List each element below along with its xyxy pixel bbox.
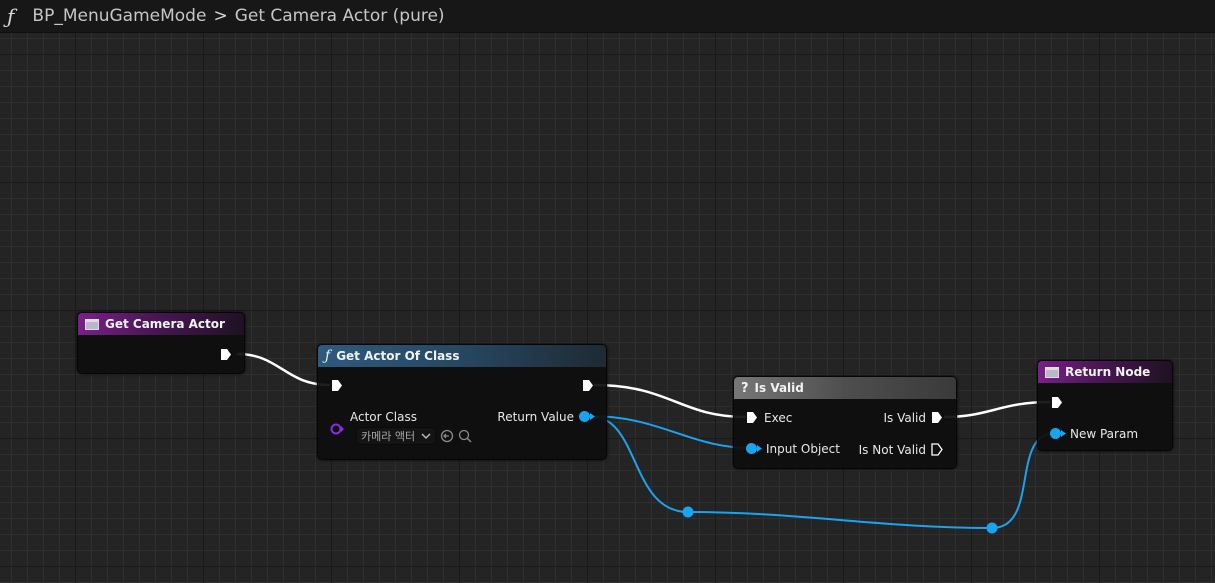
entry-node-title: Get Camera Actor	[105, 317, 225, 331]
object-wire-return-to-input	[589, 415, 752, 449]
exec-input-pin[interactable]	[331, 379, 343, 392]
is-valid-label: Is Valid	[883, 411, 926, 425]
function-result-icon	[1045, 366, 1059, 378]
is-valid-exec-pin[interactable]	[931, 411, 943, 424]
return-node-title: Return Node	[1065, 365, 1151, 379]
pin-arrow-icon	[1061, 430, 1066, 437]
return-value-pin[interactable]	[579, 411, 590, 422]
function-entry-icon	[85, 318, 99, 330]
is-valid-header[interactable]: ? Is Valid	[734, 377, 956, 399]
return-value-label: Return Value	[497, 410, 574, 424]
pin-arrow-icon	[590, 413, 595, 420]
is-not-valid-exec-pin[interactable]	[931, 443, 943, 456]
exec-input-pin[interactable]	[1051, 396, 1063, 409]
get-actor-of-class-title: Get Actor Of Class	[336, 349, 460, 363]
is-valid-title: Is Valid	[754, 381, 804, 395]
entry-node-header[interactable]: Get Camera Actor	[78, 313, 244, 335]
exec-label: Exec	[764, 411, 793, 425]
function-icon: ƒ	[325, 348, 331, 364]
get-actor-of-class-node[interactable]: ƒ Get Actor Of Class Actor Class 카메라 액터 …	[317, 344, 607, 460]
return-node[interactable]: Return Node New Param	[1037, 360, 1173, 451]
actor-class-dropdown[interactable]: 카메라 액터	[356, 427, 436, 445]
exec-wire-getactor-to-isvalid	[593, 383, 747, 419]
class-pin-icon[interactable]	[330, 423, 344, 435]
entry-node[interactable]: Get Camera Actor	[77, 312, 245, 374]
actor-class-value: 카메라 액터	[361, 430, 416, 443]
exec-wire-isvalid-to-return	[943, 400, 1051, 419]
new-param-label: New Param	[1070, 427, 1139, 441]
reroute-node	[682, 506, 694, 518]
exec-output-pin[interactable]	[582, 379, 594, 392]
new-param-pin[interactable]	[1050, 428, 1061, 439]
is-valid-node[interactable]: ? Is Valid Exec Input Object Is Valid Is…	[733, 376, 957, 469]
exec-input-pin[interactable]	[746, 411, 758, 424]
is-not-valid-label: Is Not Valid	[858, 443, 926, 457]
input-object-pin[interactable]	[746, 443, 757, 454]
browse-search-icon[interactable]	[458, 429, 472, 446]
chevron-down-icon	[421, 430, 431, 443]
graph-wires	[236, 352, 1056, 534]
object-wire-reroute1-to-reroute2	[687, 511, 993, 529]
reroute-node	[986, 522, 998, 534]
return-node-header[interactable]: Return Node	[1038, 361, 1172, 383]
use-selected-icon[interactable]	[440, 429, 454, 446]
question-mark-icon: ?	[741, 380, 749, 396]
input-object-label: Input Object	[766, 442, 840, 456]
actor-class-label: Actor Class	[350, 410, 417, 424]
pin-arrow-icon	[757, 445, 762, 452]
get-actor-of-class-header[interactable]: ƒ Get Actor Of Class	[318, 345, 606, 367]
exec-output-pin[interactable]	[220, 348, 232, 361]
